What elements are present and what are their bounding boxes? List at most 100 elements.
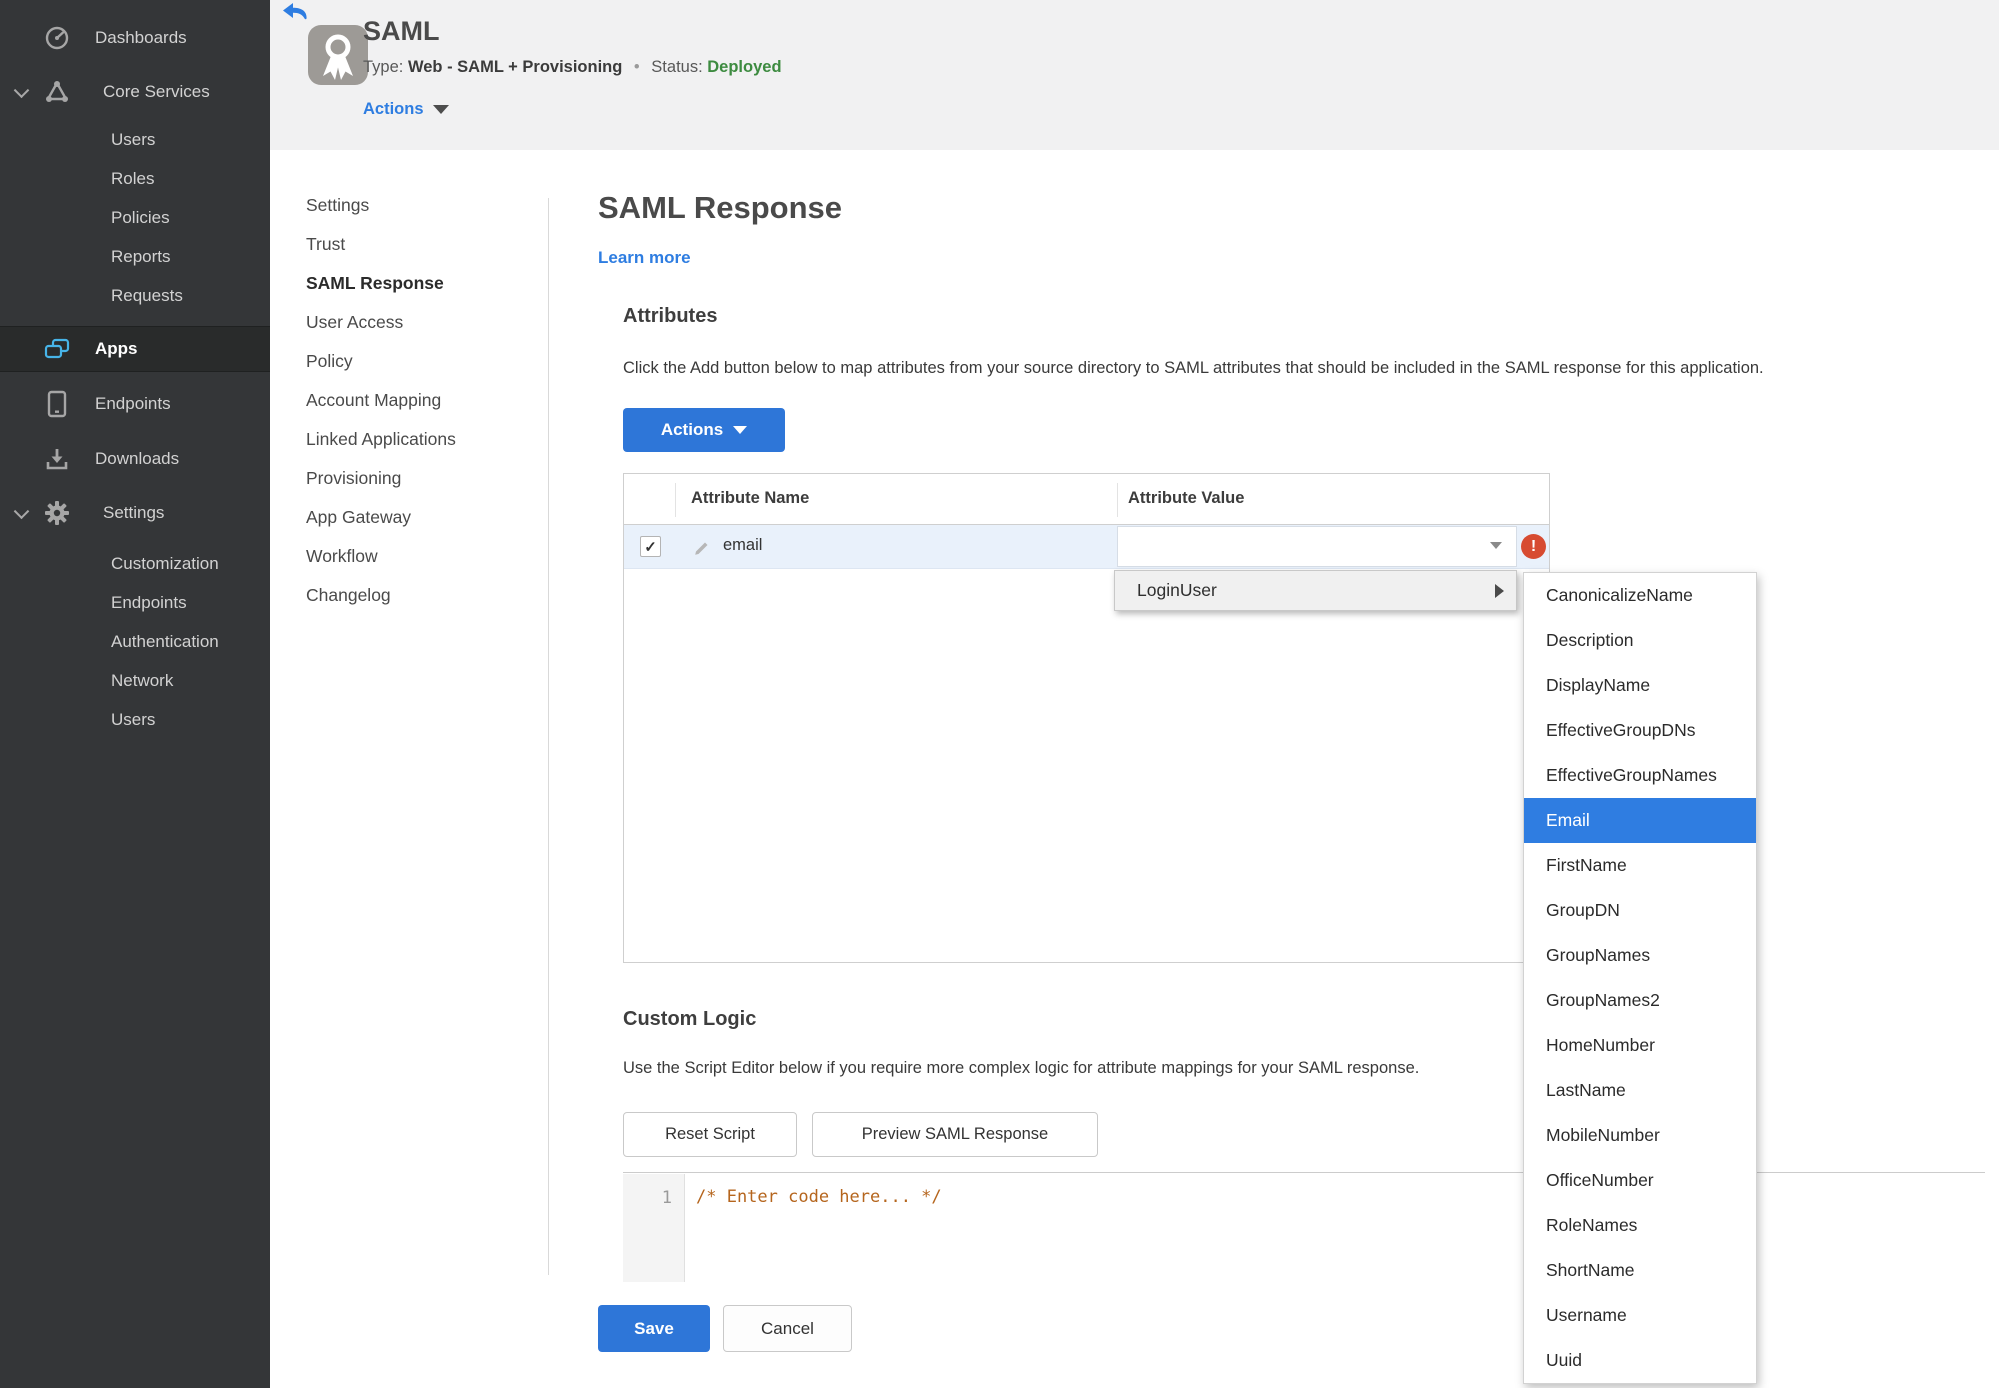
sidebar-subitem-label: Roles — [111, 168, 155, 188]
sidebar-subitem[interactable]: Requests — [0, 276, 270, 315]
status-badge: Deployed — [707, 58, 782, 76]
attribute-option[interactable]: CanonicalizeName — [1524, 573, 1756, 618]
attribute-option[interactable]: Username — [1524, 1293, 1756, 1338]
subnav-item[interactable]: Trust — [306, 225, 526, 264]
value-menu-loginuser[interactable]: LoginUser — [1114, 570, 1517, 611]
subnav-item[interactable]: Linked Applications — [306, 420, 526, 459]
settings-subitems: Customization Endpoints Authentication N… — [0, 544, 270, 739]
back-arrow-icon[interactable] — [283, 3, 307, 21]
subnav-item[interactable]: Account Mapping — [306, 381, 526, 420]
column-separator — [1117, 483, 1118, 517]
app-title: SAML — [363, 16, 440, 46]
attribute-option[interactable]: FirstName — [1524, 843, 1756, 888]
attributes-actions-button[interactable]: Actions — [623, 408, 785, 452]
save-button[interactable]: Save — [598, 1305, 710, 1352]
column-header-attribute-value: Attribute Value — [1128, 489, 1245, 507]
reset-script-button[interactable]: Reset Script — [623, 1112, 797, 1157]
attribute-option[interactable]: DisplayName — [1524, 663, 1756, 708]
cancel-button[interactable]: Cancel — [723, 1305, 852, 1352]
line-number: 1 — [661, 1188, 672, 1208]
sidebar-item-downloads[interactable]: Downloads — [0, 436, 270, 482]
column-separator — [675, 483, 676, 517]
attributes-description: Click the Add button below to map attrib… — [623, 359, 1764, 377]
sidebar: Dashboards Core Services Users Roles Pol… — [0, 0, 270, 1388]
sidebar-item-settings[interactable]: Settings — [0, 482, 270, 544]
attribute-value-combobox[interactable] — [1117, 526, 1517, 567]
attribute-option[interactable]: GroupNames2 — [1524, 978, 1756, 1023]
subnav-divider — [548, 198, 549, 1275]
attribute-option[interactable]: ShortName — [1524, 1248, 1756, 1293]
sidebar-subitem-label: Requests — [111, 285, 183, 305]
saml-app-icon — [308, 25, 368, 85]
subnav-item[interactable]: Provisioning — [306, 459, 526, 498]
dot-separator: • — [633, 58, 640, 76]
value-submenu: CanonicalizeName Description DisplayName Ef… — [1523, 572, 1757, 1384]
sidebar-item-core-services[interactable]: Core Services — [0, 64, 270, 120]
subnav-item[interactable]: SAML Response — [306, 264, 526, 303]
sidebar-subitem[interactable]: Users — [0, 120, 270, 159]
row-checkbox[interactable]: ✓ — [640, 536, 661, 557]
sidebar-subitem[interactable]: Network — [0, 661, 270, 700]
attribute-option[interactable]: GroupDN — [1524, 888, 1756, 933]
app-header: SAML Type: Web - SAML + Provisioning • S… — [270, 0, 1999, 150]
attribute-option[interactable]: Uuid — [1524, 1338, 1756, 1383]
attribute-option[interactable]: EffectiveGroupNames — [1524, 753, 1756, 798]
script-editor: 1 /* Enter code here... */ — [623, 1172, 1985, 1282]
attribute-option[interactable]: HomeNumber — [1524, 1023, 1756, 1068]
custom-logic-heading: Custom Logic — [623, 1008, 757, 1030]
app-subnav: Settings Trust SAML Response User Access Pol… — [306, 186, 526, 615]
learn-more-link[interactable]: Learn more — [598, 248, 691, 268]
attribute-option[interactable]: MobileNumber — [1524, 1113, 1756, 1158]
core-services-subitems: Users Roles Policies Reports Requests — [0, 120, 270, 315]
table-row[interactable]: ✓ email ! — [624, 525, 1549, 569]
endpoints-device-icon — [42, 390, 72, 418]
sidebar-subitem-label: Customization — [111, 553, 219, 573]
sidebar-subitem[interactable]: Authentication — [0, 622, 270, 661]
sidebar-subitem[interactable]: Roles — [0, 159, 270, 198]
subnav-item[interactable]: Settings — [306, 186, 526, 225]
sidebar-subitem[interactable]: Reports — [0, 237, 270, 276]
attribute-option[interactable]: LastName — [1524, 1068, 1756, 1113]
actions-button-label: Actions — [660, 420, 724, 439]
dashboards-gauge-icon — [42, 25, 72, 51]
subnav-item[interactable]: App Gateway — [306, 498, 526, 537]
sidebar-subitem[interactable]: Endpoints — [0, 583, 270, 622]
status-label: Status: — [651, 58, 703, 76]
subnav-item[interactable]: Workflow — [306, 537, 526, 576]
core-services-icon — [42, 79, 72, 105]
sidebar-subitem[interactable]: Users — [0, 700, 270, 739]
sidebar-subitem[interactable]: Policies — [0, 198, 270, 237]
header-actions-label: Actions — [363, 100, 424, 118]
sidebar-item-label: Dashboards — [95, 28, 187, 47]
subnav-item[interactable]: Policy — [306, 342, 526, 381]
sidebar-item-label: Downloads — [95, 449, 180, 468]
sidebar-subitem-label: Network — [111, 670, 174, 690]
attribute-option[interactable]: GroupNames — [1524, 933, 1756, 978]
sidebar-item-label: Endpoints — [95, 394, 171, 413]
attribute-option[interactable]: OfficeNumber — [1524, 1158, 1756, 1203]
attribute-option[interactable]: Email — [1524, 798, 1756, 843]
attributes-table: Attribute Name Attribute Value ✓ email ! — [623, 473, 1550, 963]
preview-saml-response-button[interactable]: Preview SAML Response — [812, 1112, 1098, 1157]
attribute-option[interactable]: EffectiveGroupDNs — [1524, 708, 1756, 753]
sidebar-item-apps[interactable]: Apps — [0, 326, 270, 372]
attribute-name-cell: email — [723, 536, 763, 554]
chevron-down-icon — [733, 426, 748, 434]
chevron-down-icon — [1490, 542, 1502, 549]
sidebar-subitem-label: Reports — [111, 246, 171, 266]
sidebar-item-dashboards[interactable]: Dashboards — [0, 12, 270, 64]
edit-pencil-icon[interactable] — [693, 538, 712, 562]
attribute-option[interactable]: Description — [1524, 618, 1756, 663]
error-icon: ! — [1521, 534, 1546, 559]
subnav-item[interactable]: Changelog — [306, 576, 526, 615]
sidebar-subitem-label: Policies — [111, 207, 170, 227]
sidebar-item-endpoints[interactable]: Endpoints — [0, 372, 270, 436]
sidebar-item-label: Core Services — [103, 82, 210, 101]
attribute-option[interactable]: RoleNames — [1524, 1203, 1756, 1248]
attributes-table-header: Attribute Name Attribute Value — [624, 474, 1549, 525]
sidebar-subitem[interactable]: Customization — [0, 544, 270, 583]
editor-code-area[interactable]: /* Enter code here... */ — [686, 1174, 1985, 1282]
header-actions-menu[interactable]: Actions — [363, 100, 449, 119]
subnav-item[interactable]: User Access — [306, 303, 526, 342]
apps-icon — [42, 337, 72, 361]
